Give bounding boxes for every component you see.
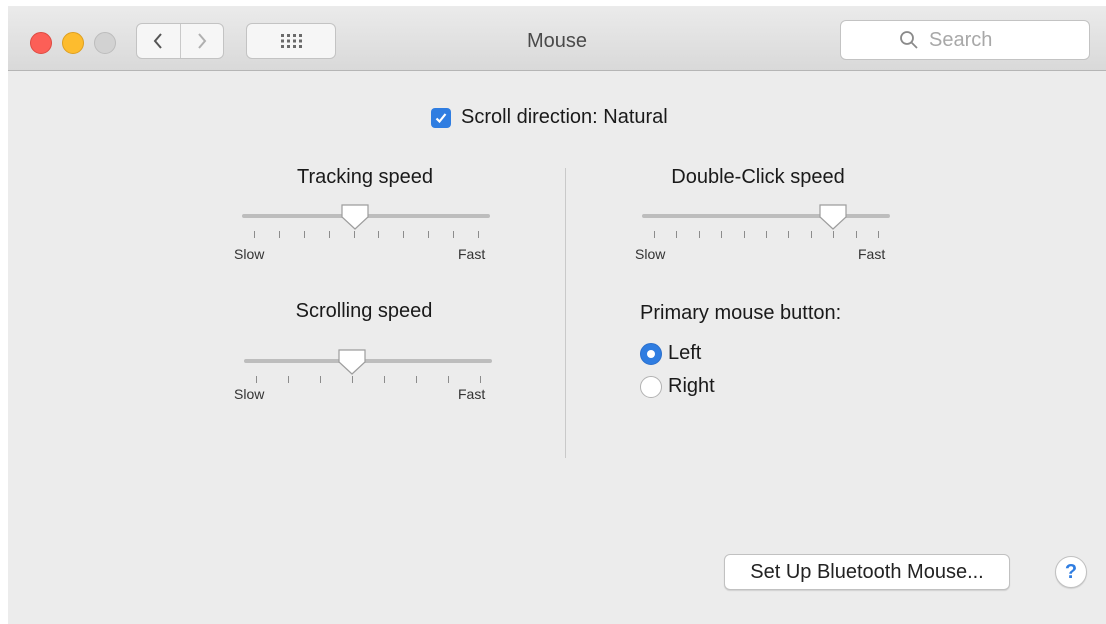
slider-tick	[352, 376, 353, 383]
slider-tick	[788, 231, 790, 238]
scroll-direction-option[interactable]: Scroll direction: Natural	[431, 106, 668, 129]
chevron-right-icon	[197, 33, 207, 49]
slider-tick	[448, 376, 449, 383]
checkmark-icon	[435, 112, 447, 123]
slider-tick	[428, 231, 430, 238]
slider-tick	[328, 231, 330, 238]
slider-thumb[interactable]	[340, 203, 370, 231]
tracking-speed-max-label: Fast	[458, 246, 486, 262]
right-radio-label: Right	[668, 375, 715, 397]
tracking-speed-slider[interactable]	[242, 203, 490, 245]
slider-tick	[353, 231, 355, 238]
forward-button[interactable]	[179, 24, 224, 58]
help-button[interactable]: ?	[1055, 556, 1087, 588]
scrolling-speed-label: Scrolling speed	[295, 300, 433, 322]
slider-tick	[676, 231, 678, 238]
slider-ticks	[244, 376, 492, 384]
close-button[interactable]	[30, 32, 52, 54]
grid-icon	[281, 34, 302, 48]
navigation-buttons	[136, 23, 224, 59]
tracking-speed-min-label: Slow	[234, 246, 265, 262]
slider-tick	[453, 231, 455, 238]
back-button[interactable]	[137, 24, 180, 58]
slider-tick	[855, 231, 857, 238]
tracking-speed-label: Tracking speed	[297, 166, 433, 188]
search-input[interactable]	[927, 27, 1031, 53]
slider-track	[642, 214, 890, 218]
double-click-speed-label: Double-Click speed	[671, 166, 845, 188]
slider-tick	[766, 231, 767, 238]
title-bar: Mouse	[8, 6, 1106, 71]
slider-tick	[303, 231, 305, 238]
slider-tick	[480, 376, 481, 383]
slider-track	[244, 359, 492, 363]
show-all-button[interactable]	[246, 23, 336, 59]
slider-thumb[interactable]	[818, 203, 848, 231]
slider-tick	[384, 376, 385, 383]
slider-tick	[743, 231, 745, 238]
search-icon	[899, 30, 919, 50]
slider-thumb[interactable]	[337, 348, 367, 376]
set-up-bluetooth-mouse-button[interactable]: Set Up Bluetooth Mouse...	[724, 554, 1010, 590]
search-field[interactable]	[840, 20, 1090, 60]
double-click-speed-max-label: Fast	[858, 246, 886, 262]
slider-tick	[698, 231, 700, 238]
mouse-preferences-window: Mouse Scroll direction: Natural Tracking…	[8, 6, 1106, 624]
primary-button-right-option[interactable]: Right	[640, 375, 715, 398]
minimize-button[interactable]	[62, 32, 84, 54]
scrolling-speed-max-label: Fast	[458, 386, 486, 402]
right-radio[interactable]	[640, 375, 662, 398]
slider-tick	[878, 231, 879, 238]
slider-tick	[256, 376, 257, 383]
slider-tick	[478, 231, 479, 238]
scrolling-speed-slider[interactable]	[244, 348, 492, 390]
zoom-button[interactable]	[94, 32, 116, 54]
double-click-speed-slider[interactable]	[642, 203, 890, 245]
slider-tick	[320, 376, 321, 383]
slider-tick	[654, 231, 655, 238]
slider-ticks	[242, 231, 490, 239]
slider-tick	[254, 231, 255, 238]
slider-tick	[833, 231, 835, 238]
primary-mouse-button-label: Primary mouse button:	[640, 302, 842, 324]
left-radio-label: Left	[668, 342, 702, 364]
slider-tick	[288, 376, 289, 383]
scroll-direction-checkbox[interactable]	[431, 107, 451, 128]
scrolling-speed-min-label: Slow	[234, 386, 265, 402]
column-divider	[565, 168, 566, 458]
primary-button-left-option[interactable]: Left	[640, 342, 701, 365]
slider-ticks	[642, 231, 890, 239]
slider-tick	[416, 376, 417, 383]
double-click-speed-min-label: Slow	[635, 246, 666, 262]
slider-tick	[278, 231, 280, 238]
left-radio[interactable]	[640, 342, 662, 365]
slider-tick	[403, 231, 405, 238]
slider-tick	[378, 231, 380, 238]
scroll-direction-label: Scroll direction: Natural	[461, 106, 668, 128]
slider-tick	[721, 231, 723, 238]
slider-tick	[810, 231, 812, 238]
chevron-left-icon	[153, 33, 163, 49]
